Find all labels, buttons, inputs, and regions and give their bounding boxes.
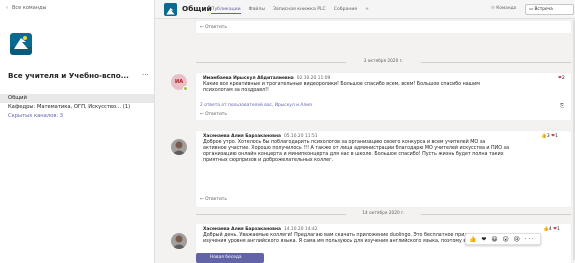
message-text: Доброе утро. Хотелось бы поблагодарить п…	[203, 140, 510, 163]
heart-count: 1	[555, 134, 558, 139]
attach-icon[interactable]: ⎘	[560, 103, 564, 109]
back-to-teams-link[interactable]: ‹ Все команды	[6, 5, 46, 11]
new-conversation-button[interactable]: Новая беседа	[196, 253, 264, 263]
date-separator: 14 октября 2020 г.	[196, 210, 571, 217]
post-card: Хасенаева Алия Барзакановна 05.10.20 11:5…	[196, 131, 571, 207]
team-title: Все учителя и Учебно-вспо...	[8, 71, 129, 80]
team-logo	[10, 33, 32, 55]
channel-general[interactable]: Общий	[0, 94, 154, 103]
post-card: Имамбаева Ирыскул Абдиталиевна 02.10.20 1…	[196, 73, 571, 120]
tab-meeting[interactable]: Собрание	[334, 7, 357, 14]
channel-main: Общий Публикации Файлы Записная книжка P…	[155, 0, 575, 263]
date-separator: 3 октября 2020 г.	[196, 58, 571, 65]
channel-header: Общий Публикации Файлы Записная книжка P…	[155, 0, 575, 19]
message-header: Хасенаева Алия Барзакановна 05.10.20 11:5…	[203, 134, 318, 139]
reply-link[interactable]: ← Ответить	[196, 21, 571, 30]
teams-window: ‹ Все команды Все учителя и Учебно-вспо.…	[0, 0, 575, 263]
channel-departments[interactable]: Кафедры: Математика, ОГП, Искусство... (…	[0, 103, 154, 112]
more-options-icon[interactable]: ···	[142, 71, 149, 79]
heart-count: 2	[561, 76, 565, 81]
reactions[interactable]: 👍4 ❤1	[543, 227, 560, 232]
avatar-initials: ИА	[174, 79, 184, 85]
author-name: Хасенаева Алия Барзакановна	[203, 134, 281, 139]
avatar	[171, 233, 187, 249]
replies-summary-link[interactable]: 2 ответа от пользователей вас, Ирыскул и…	[196, 103, 312, 108]
reply-label: Ответить	[205, 112, 227, 117]
status-dot	[183, 86, 188, 91]
posts-feed: ← Ответить 3 октября 2020 г. ИА Имамбаев…	[171, 19, 571, 263]
heart-count: 1	[557, 227, 560, 232]
person-photo-icon	[172, 141, 186, 155]
message-text: Какие все креативные и трогательные виде…	[203, 82, 480, 93]
author-name: Хасенаева Алия Барзакановна	[203, 227, 281, 232]
timestamp: 14.10.20 14:42	[283, 227, 318, 232]
avatar: ИА	[171, 74, 188, 91]
author-name: Имамбаева Ирыскул Абдиталиевна	[203, 76, 294, 81]
meet-button[interactable]: ▭ Встреча	[525, 4, 574, 15]
channel-avatar	[164, 3, 177, 16]
channel-title: Общий	[182, 4, 212, 13]
channel-list: Общий Кафедры: Математика, ОГП, Искусств…	[0, 94, 154, 121]
person-photo-icon	[172, 235, 186, 249]
reply-link[interactable]: ← Ответить	[196, 197, 227, 202]
reply-link[interactable]: ← Ответить	[196, 112, 227, 117]
meet-button-label: Встреча	[534, 7, 553, 12]
reply-label: Ответить	[205, 197, 227, 202]
team-button-label: Команда	[496, 6, 517, 11]
chevron-left-icon: ‹	[6, 5, 8, 11]
timestamp: 02.10.20 11:09	[296, 76, 331, 81]
reaction-picker[interactable]: 👍 ❤ 😆 😮 😢 ···	[465, 233, 541, 245]
team-button[interactable]: ⚇ Команда	[491, 6, 516, 11]
reactions[interactable]: 👍3 ❤1	[541, 134, 558, 139]
timestamp: 05.10.20 11:51	[283, 134, 318, 139]
like-count: 3	[546, 134, 550, 139]
message-header: Хасенаева Алия Барзакановна 14.10.20 14:4…	[203, 227, 318, 232]
message-header: Имамбаева Ирыскул Абдиталиевна 02.10.20 1…	[203, 76, 330, 81]
tab-bar: Публикации Файлы Записная книжка PLC Соб…	[211, 7, 369, 14]
tab-notebook[interactable]: Записная книжка PLC	[273, 7, 326, 14]
hidden-channels-link[interactable]: Скрытых каналов: 3	[0, 112, 154, 121]
sidebar: ‹ Все команды Все учителя и Учебно-вспо.…	[0, 0, 155, 263]
back-label: Все команды	[12, 5, 47, 11]
add-tab-button[interactable]: +	[365, 7, 369, 14]
post-card: ← Ответить	[196, 21, 571, 33]
reply-label: Ответить	[205, 25, 227, 30]
tab-files[interactable]: Файлы	[249, 7, 265, 14]
avatar	[171, 139, 187, 155]
tab-posts[interactable]: Публикации	[211, 7, 241, 14]
new-conversation-label: Новая беседа	[210, 255, 242, 260]
like-count: 4	[548, 227, 552, 232]
reaction-hearts[interactable]: ❤2	[558, 76, 565, 81]
